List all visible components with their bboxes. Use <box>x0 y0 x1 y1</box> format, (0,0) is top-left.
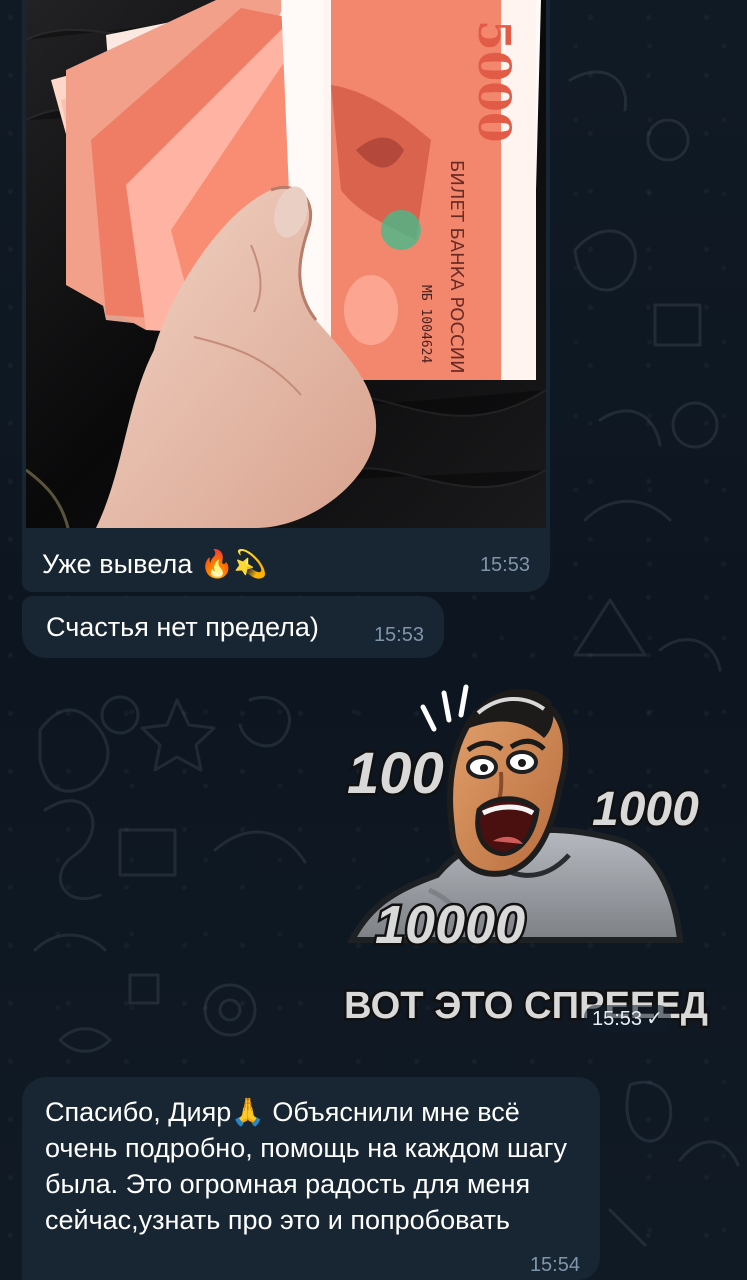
message-time: 15:53 <box>479 554 530 576</box>
message-text: Счастья нет предела) <box>46 612 319 642</box>
photo-caption: Уже вывела 🔥💫 <box>42 549 268 579</box>
read-check-icon: ✓ <box>646 1008 663 1030</box>
banknote-value: 5000 <box>468 20 519 142</box>
message-text: Спасибо, Дияр🙏 Объяснили мне всё очень п… <box>45 1097 567 1235</box>
photo-message[interactable]: 5000 БИЛЕТ БАНКА РОССИИ МБ 1004624 Уже в… <box>22 0 550 592</box>
money-photo[interactable]: 5000 БИЛЕТ БАНКА РОССИИ МБ 1004624 <box>26 0 546 528</box>
sticker-message[interactable]: 100 1000 10000 ВОТ ЭТО СПРЕЕЕД <box>332 675 722 1043</box>
banknote-serial: МБ 1004624 <box>418 285 433 363</box>
sticker-image: 100 1000 10000 ВОТ ЭТО СПРЕЕЕД <box>342 684 711 1030</box>
banknote-title: БИЛЕТ БАНКА РОССИИ <box>446 160 467 374</box>
money-photo-image: 5000 БИЛЕТ БАНКА РОССИИ МБ 1004624 <box>26 0 546 528</box>
message-time: 15:54 <box>529 1254 580 1276</box>
sticker-1000-text: 1000 <box>592 783 699 836</box>
message-bubble[interactable]: Спасибо, Дияр🙏 Объяснили мне всё очень п… <box>22 1077 600 1280</box>
message-time: 15:53 <box>592 1008 643 1030</box>
sticker-time-badge: 15:53 ✓ <box>584 1005 671 1033</box>
message-time: 15:53 <box>373 624 424 646</box>
sticker-10000-text: 10000 <box>375 895 525 955</box>
message-bubble[interactable]: Счастья нет предела) 15:53 <box>22 596 444 658</box>
sticker-100-text: 100 <box>347 741 444 806</box>
